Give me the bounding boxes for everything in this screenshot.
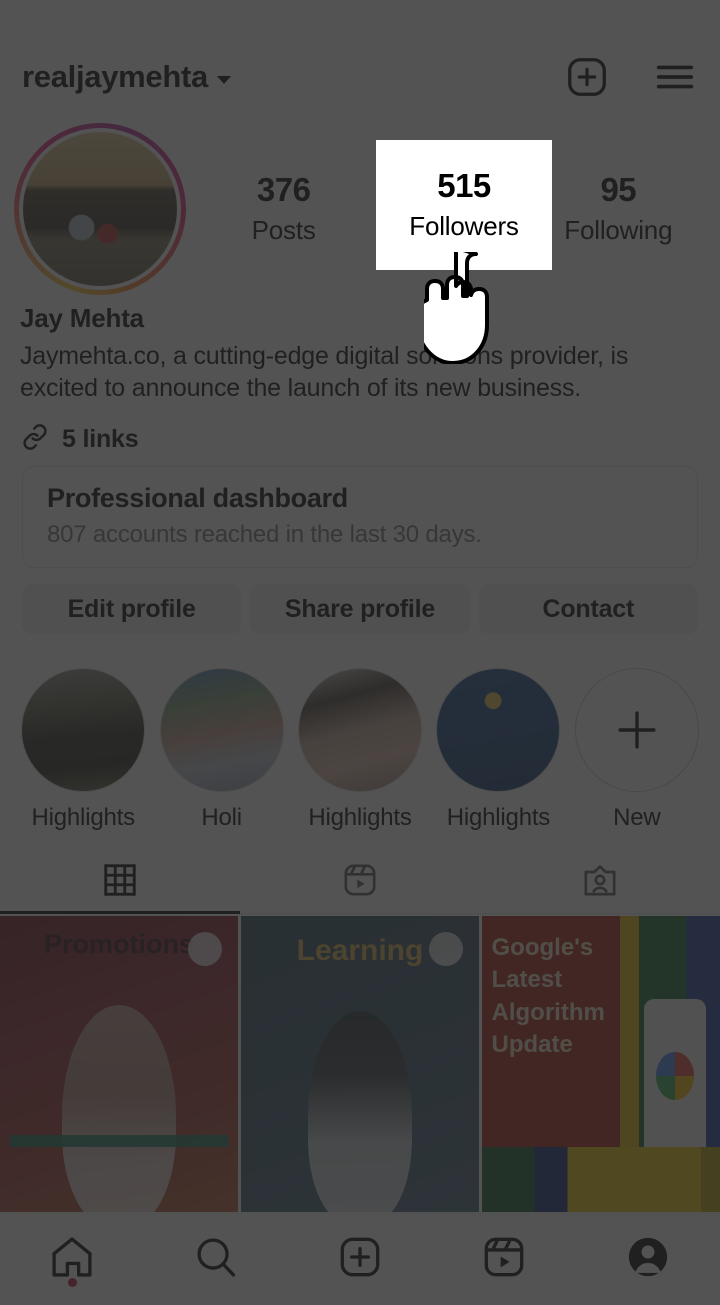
carousel-icon [188,932,222,966]
instagram-profile-screen: realjaymehta 376 Posts 95 Following Jay … [0,0,720,1305]
highlight-label: Highlights [31,804,136,831]
highlight-item[interactable]: Highlights [14,668,152,832]
grid-post[interactable]: Google's Latest Algorithm Update [482,916,720,1212]
following-label: Following [564,214,673,245]
nav-home[interactable] [0,1214,144,1305]
story-highlight-thumb [21,668,146,792]
stat-following[interactable]: 95 Following [563,172,673,245]
plus-icon [574,668,699,792]
new-highlight-item[interactable]: New [568,668,706,832]
new-highlight-label: New [613,804,661,831]
profile-avatar-icon [623,1232,673,1287]
reels-icon [340,860,380,905]
bio-text: Jaymehta.co, a cutting-edge digital solu… [20,342,629,402]
contact-button[interactable]: Contact [478,584,698,634]
profile-summary-row: 376 Posts 515 Followers 95 Following [0,123,720,295]
home-notification-badge [67,1278,77,1287]
stat-posts[interactable]: 376 Posts [229,172,339,245]
plus-square-icon[interactable] [564,54,610,100]
profile-username: realjaymehta [22,59,208,94]
highlight-item[interactable]: Highlights [291,668,429,832]
chevron-down-icon [216,75,231,84]
profile-action-buttons: Edit profile Share profile Contact [22,584,698,634]
story-highlight-thumb [159,668,284,792]
links-label: 5 links [62,425,139,453]
bottom-navigation-bar [0,1213,720,1305]
highlight-label: Highlights [308,804,412,831]
followers-spotlight-callout[interactable]: 515 Followers [376,140,552,270]
highlight-item[interactable]: Holi [152,668,290,832]
professional-dashboard-card[interactable]: Professional dashboard 807 accounts reac… [22,466,698,568]
tab-reels[interactable] [240,852,480,913]
highlight-item[interactable]: Highlights [429,668,567,832]
spotlight-followers-label: Followers [409,210,519,241]
search-icon [191,1232,241,1287]
posts-count: 376 [256,171,311,209]
tagged-icon [580,860,620,905]
dashboard-title: Professional dashboard [47,483,348,513]
story-ring [14,123,186,295]
profile-tabs [0,852,720,914]
profile-bio-block: Jay Mehta Jaymehta.co, a cutting-edge di… [20,303,700,457]
avatar[interactable] [0,123,200,295]
share-profile-button[interactable]: Share profile [250,584,470,634]
grid-icon [101,861,139,904]
story-highlights-row: Highlights Holi Highlights Highlights Ne… [0,668,720,832]
edit-profile-button[interactable]: Edit profile [22,584,242,634]
phone-screenshot: realjaymehta 376 Posts 95 Following Jay … [0,0,720,1305]
hamburger-menu-icon[interactable] [652,54,698,100]
profile-links[interactable]: 5 links [20,422,700,457]
nav-reels[interactable] [432,1214,576,1305]
plus-square-icon [335,1232,385,1287]
reels-icon [479,1232,529,1287]
post-grid: Promotions Learning Google's Latest Algo… [0,916,720,1212]
highlight-label: Holi [201,804,242,831]
following-count: 95 [600,171,637,209]
grid-post-caption: Google's Latest Algorithm Update [491,934,605,1059]
story-highlight-thumb [298,668,423,792]
nav-profile[interactable] [576,1214,720,1305]
grid-post[interactable]: Learning [241,916,479,1212]
display-name: Jay Mehta [20,303,144,333]
grid-post[interactable]: Promotions [0,916,238,1212]
posts-label: Posts [251,214,316,245]
profile-picture [19,128,181,290]
tab-tagged[interactable] [480,852,720,913]
spotlight-followers-count: 515 [437,167,491,205]
carousel-icon [429,932,463,966]
nav-create[interactable] [288,1214,432,1305]
profile-header: realjaymehta [0,46,720,108]
highlight-label: Highlights [446,804,551,831]
header-actions [564,54,698,100]
link-icon [20,422,50,457]
username-switcher[interactable]: realjaymehta [22,59,564,95]
tab-grid[interactable] [0,852,240,914]
nav-search[interactable] [144,1214,288,1305]
dashboard-subtitle: 807 accounts reached in the last 30 days… [47,521,482,548]
story-highlight-thumb [436,668,561,792]
